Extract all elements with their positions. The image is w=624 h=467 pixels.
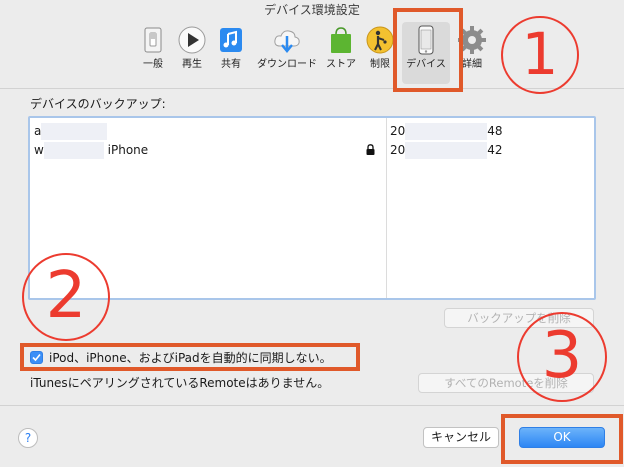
lock-icon (366, 144, 375, 155)
sync-checkbox-highlight (20, 343, 360, 371)
step-3-marker: 3 (517, 312, 607, 402)
redacted-block (43, 142, 104, 159)
restrictions-icon (366, 26, 394, 54)
general-switch-icon (144, 27, 162, 53)
remote-status-text: iTunesにペアリングされているRemoteはありません。 (30, 376, 330, 390)
help-button[interactable]: ? (18, 428, 38, 448)
toolbar-downloads[interactable]: ダウンロード (257, 22, 317, 84)
play-icon (178, 26, 206, 54)
backup-date-prefix: 20 (390, 124, 406, 138)
backup-list[interactable]: a 20 48 w iPhone 20 42 (28, 116, 596, 300)
ok-button-highlight (501, 414, 623, 464)
store-bag-icon (331, 27, 351, 53)
music-share-icon (220, 28, 242, 52)
toolbar-label-sharing: 共有 (221, 59, 241, 70)
cloud-download-icon (274, 30, 300, 53)
device-name-prefix: a (34, 124, 42, 138)
redacted-block (405, 123, 488, 140)
step-1-marker: 1 (501, 16, 579, 94)
backup-date: 20 42 (390, 142, 503, 159)
table-row[interactable]: w iPhone 20 42 (30, 141, 594, 160)
device-name-prefix: w (34, 143, 44, 157)
backup-device-name: a (34, 123, 108, 140)
backup-date-suffix: 48 (487, 124, 503, 138)
step-2-marker: 2 (22, 253, 110, 341)
backup-date-suffix: 42 (487, 143, 503, 157)
toolbar-sharing[interactable]: 共有 (207, 22, 255, 84)
backups-section-label: デバイスのバックアップ: (30, 97, 166, 111)
backup-date: 20 48 (390, 123, 503, 140)
backup-device-name: w iPhone (34, 142, 148, 159)
footer-separator (0, 405, 624, 406)
backup-date-prefix: 20 (390, 143, 406, 157)
device-name-suffix: iPhone (107, 143, 149, 157)
table-row[interactable]: a 20 48 (30, 122, 594, 141)
devices-tab-highlight (393, 8, 463, 92)
toolbar-label-downloads: ダウンロード (257, 59, 317, 70)
redacted-block (41, 123, 108, 140)
redacted-block (405, 142, 488, 159)
cancel-button[interactable]: キャンセル (423, 427, 499, 448)
